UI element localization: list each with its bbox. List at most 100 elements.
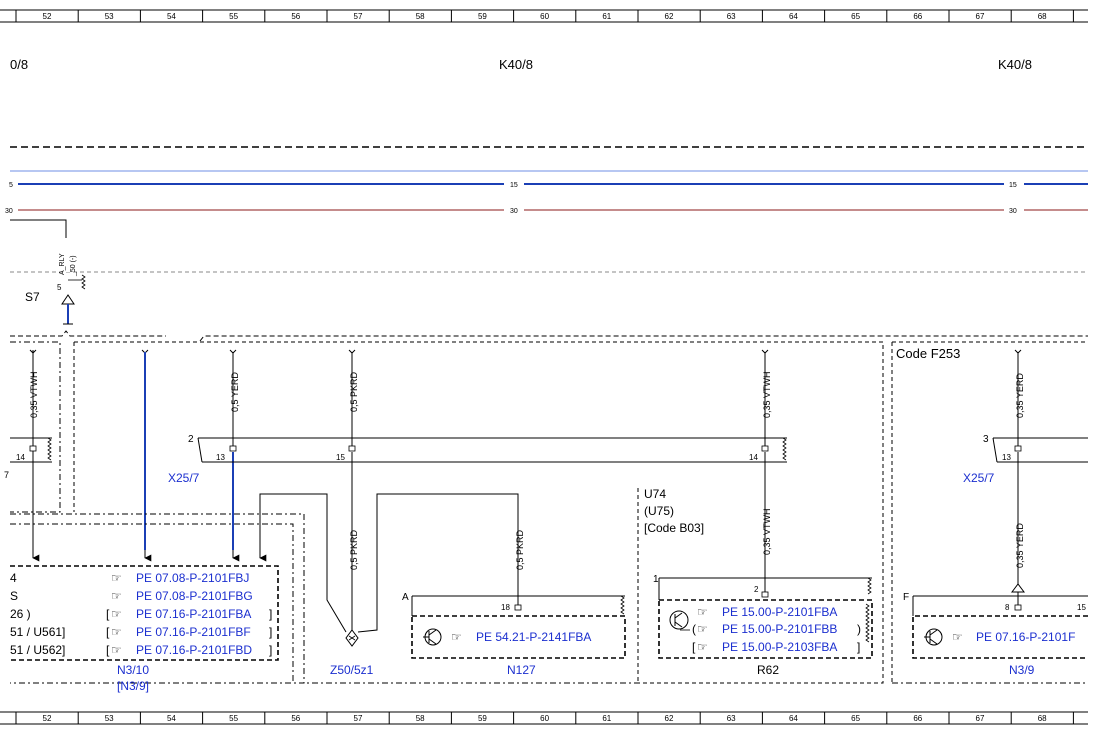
- r62-transistor-icon: [669, 610, 690, 631]
- r62-ref-link[interactable]: PE 15.00-P-2103FBA: [722, 640, 837, 654]
- n310-ref-link[interactable]: PE 07.08-P-2101FBJ: [136, 571, 249, 585]
- n310-left-text: S: [10, 589, 18, 603]
- ruler-number: 62: [665, 714, 674, 723]
- r62-corner: 1: [653, 574, 659, 585]
- bus30-label-left: 30: [5, 208, 13, 215]
- wire-pkrd3: 0,5 PKRD: [515, 529, 525, 570]
- ruler-number: 68: [1038, 714, 1047, 723]
- n39-pin: 8: [1005, 603, 1010, 612]
- n310-bracket: [: [106, 643, 110, 657]
- ruler-number: 63: [727, 12, 736, 21]
- n310-bracket: ]: [269, 643, 272, 657]
- relay-triangle-icon: [61, 294, 75, 305]
- hand-pointer-icon: ☞: [697, 622, 708, 636]
- n39-pin2: 15: [1077, 603, 1086, 612]
- n310-left-text: 51 / U561]: [10, 625, 65, 639]
- n310-ref-link[interactable]: PE 07.16-P-2101FBD: [136, 643, 252, 657]
- bus15-label-left: 5: [9, 182, 13, 189]
- n310-bracket: [: [106, 607, 110, 621]
- n127-hand-icon: ☞: [451, 630, 462, 644]
- bus15-label-right: 15: [1009, 182, 1017, 189]
- n127-ref[interactable]: PE 54.21-P-2141FBA: [476, 630, 591, 644]
- top-ruler: 525354555657585960616263646566676869: [0, 9, 1088, 23]
- ruler-number: 55: [229, 12, 238, 21]
- r62-ref-link[interactable]: PE 15.00-P-2101FBB: [722, 622, 837, 636]
- connector-pin-13b: 13: [1002, 453, 1011, 462]
- u74-line2: (U75): [644, 504, 674, 518]
- n310-ref-link[interactable]: PE 07.16-P-2101FBF: [136, 625, 251, 639]
- n310-name-alt: [N3/9]: [117, 679, 149, 693]
- relay-zigzag-icon: [81, 274, 86, 290]
- header-center: K40/8: [499, 57, 533, 72]
- ruler-number: 52: [43, 12, 52, 21]
- ruler-number: 68: [1038, 12, 1047, 21]
- separator-dashed-left: [10, 330, 166, 337]
- n310-left-text: 26 ): [10, 607, 31, 621]
- ruler-number: 54: [167, 714, 176, 723]
- n310-left-text: 51 / U562]: [10, 643, 65, 657]
- ruler-number: 54: [167, 12, 176, 21]
- separator-dashed-mid: [199, 335, 1088, 342]
- r62-bracket: ]: [857, 640, 860, 654]
- connector-pin-13: 13: [216, 453, 225, 462]
- r62-name: R62: [757, 663, 779, 677]
- connector-name-right: X25/7: [963, 471, 995, 485]
- connector-pin-14: 14: [749, 453, 758, 462]
- n39-hand-icon: ☞: [952, 630, 963, 644]
- connector-pin-15: 15: [336, 453, 345, 462]
- n310-bracket: ]: [269, 625, 272, 639]
- n310-bracket: [: [106, 625, 110, 639]
- hand-pointer-icon: ☞: [111, 643, 122, 657]
- wire-yerd3: 0,35 YERD: [1015, 523, 1025, 568]
- header-right: K40/8: [998, 57, 1032, 72]
- left-branch-wire: [10, 219, 67, 238]
- ruler-number: 67: [976, 12, 985, 21]
- ruler-number: 59: [478, 12, 487, 21]
- ruler-number: 65: [851, 12, 860, 21]
- connector-row-label-left: 2: [188, 434, 194, 445]
- wire-pkrd1: 0,5 PKRD: [349, 371, 359, 412]
- relay-signal-sub: _50 (-): [70, 255, 77, 277]
- wire-z50-left: [326, 557, 347, 633]
- ruler-number: 57: [354, 714, 363, 723]
- n310-name: N3/10: [117, 663, 149, 677]
- diagram-canvas: 525354555657585960616263646566676869 525…: [0, 9, 1088, 725]
- n39-name: N3/9: [1009, 663, 1035, 677]
- left-dashdot-frame: [10, 341, 61, 513]
- r62-ref-link[interactable]: PE 15.00-P-2101FBA: [722, 605, 837, 619]
- n310-bracket: ]: [269, 607, 272, 621]
- ruler-number: 56: [291, 714, 300, 723]
- ruler-number: 53: [105, 714, 114, 723]
- n39-ref[interactable]: PE 07.16-P-2101F: [976, 630, 1075, 644]
- hand-pointer-icon: ☞: [111, 589, 122, 603]
- bus30-label-mid: 30: [510, 208, 518, 215]
- r62-bracket: [: [692, 640, 696, 654]
- ruler-number: 62: [665, 12, 674, 21]
- code-f253-label: Code F253: [896, 346, 960, 361]
- wire-z50-right: [357, 493, 519, 633]
- connector-row-label-right: 3: [983, 434, 989, 445]
- n127-transistor-icon: [423, 628, 442, 646]
- hand-pointer-icon: ☞: [111, 571, 122, 585]
- n310-refs: 4 ☞ PE 07.08-P-2101FBJ S ☞ PE 07.08-P-2101FBG…: [10, 571, 272, 657]
- n127-pin: 18: [501, 603, 510, 612]
- u74-line1: U74: [644, 487, 666, 501]
- ruler-number: 58: [416, 714, 425, 723]
- ruler-number: 64: [789, 12, 798, 21]
- ruler-number: 60: [540, 12, 549, 21]
- bus30-label-right: 30: [1009, 208, 1017, 215]
- ruler-number: 61: [602, 714, 611, 723]
- wire-left-vtwh: 0,35 VTWH: [29, 371, 39, 418]
- n310-ref-link[interactable]: PE 07.08-P-2101FBG: [136, 589, 253, 603]
- wire-yerd2: 0,35 YERD: [1015, 373, 1025, 418]
- ruler-number: 66: [913, 12, 922, 21]
- ruler-number: 66: [913, 714, 922, 723]
- ruler-number: 58: [416, 12, 425, 21]
- n310-ref-link[interactable]: PE 07.16-P-2101FBA: [136, 607, 251, 621]
- n127-name: N127: [507, 663, 536, 677]
- ruler-number: 63: [727, 714, 736, 723]
- relay-pin: 5: [57, 283, 62, 292]
- n310-frame-inner: [10, 523, 294, 683]
- z50-name: Z50/5z1: [330, 663, 374, 677]
- ruler-number: 67: [976, 714, 985, 723]
